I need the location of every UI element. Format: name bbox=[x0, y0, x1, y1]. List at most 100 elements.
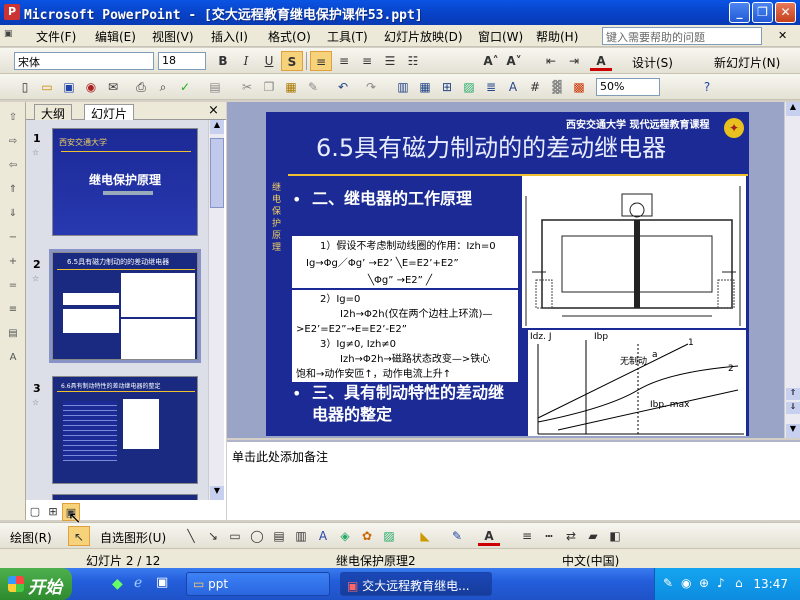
textbox-icon[interactable]: ▤ bbox=[268, 526, 290, 546]
line-icon[interactable]: ╲ bbox=[180, 526, 202, 546]
line-color-icon[interactable]: ✎ bbox=[446, 526, 468, 546]
prev-slide-icon[interactable]: ⇑ bbox=[786, 388, 800, 400]
menu-help[interactable]: 帮助(H) bbox=[536, 28, 578, 45]
font-color-icon[interactable]: A bbox=[478, 526, 500, 546]
scroll-up-icon[interactable]: ▲ bbox=[786, 102, 800, 116]
increase-font-icon[interactable]: A˄ bbox=[480, 51, 502, 71]
select-pointer-icon[interactable]: ↖ bbox=[68, 526, 90, 546]
permission-icon[interactable]: ◉ bbox=[80, 77, 102, 97]
taskbar-item-ppt-folder[interactable]: ▭ ppt bbox=[186, 572, 330, 596]
arrow-icon[interactable]: ↘ bbox=[202, 526, 224, 546]
arrow-style-icon[interactable]: ⇄ bbox=[560, 526, 582, 546]
align-center-icon[interactable]: ≡ bbox=[333, 51, 355, 71]
collapse-icon[interactable]: − bbox=[6, 232, 20, 246]
tab-outline[interactable]: 大纲 bbox=[34, 104, 73, 121]
email-icon[interactable]: ✉ bbox=[102, 77, 124, 97]
3d-style-icon[interactable]: ◧ bbox=[604, 526, 626, 546]
table-icon[interactable]: ▦ bbox=[414, 77, 436, 97]
scroll-down-icon[interactable]: ▼ bbox=[786, 424, 800, 438]
wordart-icon[interactable]: A bbox=[312, 526, 334, 546]
insert-picture-icon[interactable]: ▨ bbox=[458, 77, 480, 97]
arrow-up-icon[interactable]: ⇧ bbox=[6, 112, 20, 126]
zoom-combo[interactable]: 50% bbox=[596, 78, 660, 96]
slide-thumb-1[interactable]: 西安交通大学 继电保护原理 bbox=[52, 128, 198, 236]
decrease-indent-icon[interactable]: ⇤ bbox=[540, 51, 562, 71]
expand-all-icon[interactable]: ≡ bbox=[6, 304, 20, 318]
show-formatting-icon[interactable]: A bbox=[502, 77, 524, 97]
restore-button[interactable]: ❐ bbox=[752, 2, 773, 23]
expand-icon[interactable]: + bbox=[6, 256, 20, 270]
rectangle-icon[interactable]: ▭ bbox=[224, 526, 246, 546]
notes-pane[interactable]: 单击此处添加备注 bbox=[227, 440, 800, 520]
slide-thumb-2[interactable]: 6.5具有磁力制动的的差动继电器 bbox=[49, 249, 201, 363]
expand-icon[interactable]: ≣ bbox=[480, 77, 502, 97]
help-search-input[interactable]: 键入需要帮助的问题 bbox=[602, 27, 762, 45]
research-icon[interactable]: ▤ bbox=[204, 77, 226, 97]
font-combo[interactable]: 宋体 bbox=[14, 52, 154, 70]
taskbar-item-powerpoint[interactable]: ▣ 交大远程教育继电... bbox=[340, 572, 492, 596]
open-icon[interactable]: ▭ bbox=[36, 77, 58, 97]
diagram-icon[interactable]: ◈ bbox=[334, 526, 356, 546]
tray-icon[interactable]: ⊕ bbox=[699, 576, 709, 590]
move-up-icon[interactable]: ⇑ bbox=[6, 184, 20, 198]
normal-view-icon[interactable]: ▢ bbox=[26, 503, 44, 521]
preview-icon[interactable]: ⌕ bbox=[152, 77, 174, 97]
new-slide-button[interactable]: 新幻灯片(N) bbox=[714, 54, 780, 71]
copy-icon[interactable]: ❐ bbox=[258, 77, 280, 97]
bold-button[interactable]: B bbox=[212, 51, 234, 71]
quicklaunch-icon[interactable]: ◆ bbox=[112, 576, 126, 592]
menu-edit[interactable]: 编辑(E) bbox=[95, 28, 136, 45]
slide-sorter-icon[interactable]: ⊞ bbox=[44, 503, 62, 521]
scroll-thumb[interactable] bbox=[210, 138, 224, 208]
media-icon[interactable]: ▣ bbox=[156, 575, 172, 591]
summary-slide-icon[interactable]: ▤ bbox=[6, 328, 20, 342]
shadow-style-icon[interactable]: ▰ bbox=[582, 526, 604, 546]
tables-borders-icon[interactable]: ⊞ bbox=[436, 77, 458, 97]
align-left-icon[interactable]: ≡ bbox=[310, 51, 332, 71]
increase-indent-icon[interactable]: ⇥ bbox=[563, 51, 585, 71]
menu-slideshow[interactable]: 幻灯片放映(D) bbox=[384, 28, 463, 45]
draw-menu-button[interactable]: 绘图(R) bbox=[10, 529, 52, 546]
formatting-icon[interactable]: A bbox=[6, 352, 20, 366]
spelling-icon[interactable]: ✓ bbox=[174, 77, 196, 97]
paste-icon[interactable]: ▦ bbox=[280, 77, 302, 97]
scroll-up-icon[interactable]: ▲ bbox=[210, 120, 224, 134]
shadow-button[interactable]: S bbox=[281, 51, 303, 71]
dash-style-icon[interactable]: ┅ bbox=[538, 526, 560, 546]
panel-scrollbar[interactable]: ▲ ▼ bbox=[208, 120, 224, 500]
line-style-icon[interactable]: ≡ bbox=[516, 526, 538, 546]
picture-icon[interactable]: ▨ bbox=[378, 526, 400, 546]
close-document-icon[interactable]: ✕ bbox=[778, 29, 787, 42]
move-down-icon[interactable]: ⇓ bbox=[6, 208, 20, 222]
font-color-icon[interactable]: A bbox=[590, 51, 612, 71]
font-size-combo[interactable]: 18 bbox=[158, 52, 206, 70]
grid-icon[interactable]: # bbox=[524, 77, 546, 97]
bullets-icon[interactable]: ☷ bbox=[402, 51, 424, 71]
align-right-icon[interactable]: ≡ bbox=[356, 51, 378, 71]
underline-button[interactable]: U bbox=[258, 51, 280, 71]
print-icon[interactable]: ⎙ bbox=[130, 77, 152, 97]
next-slide-icon[interactable]: ⇓ bbox=[786, 402, 800, 414]
color-icon[interactable]: ▩ bbox=[568, 77, 590, 97]
vertical-textbox-icon[interactable]: ▥ bbox=[290, 526, 312, 546]
cut-icon[interactable]: ✂ bbox=[236, 77, 258, 97]
arrow-left-icon[interactable]: ⇦ bbox=[6, 160, 20, 174]
oval-icon[interactable]: ◯ bbox=[246, 526, 268, 546]
numbering-icon[interactable]: ☰ bbox=[379, 51, 401, 71]
arrow-right-icon[interactable]: ⇨ bbox=[6, 136, 20, 150]
menu-view[interactable]: 视图(V) bbox=[152, 28, 194, 45]
close-button[interactable]: ✕ bbox=[775, 2, 796, 23]
volume-icon[interactable]: ♪ bbox=[717, 576, 725, 590]
help-icon[interactable]: ? bbox=[696, 77, 718, 97]
ie-icon[interactable]: ℯ bbox=[134, 575, 150, 591]
save-icon[interactable]: ▣ bbox=[58, 77, 80, 97]
start-button[interactable]: 开始 bbox=[0, 568, 72, 600]
slide-scrollbar[interactable]: ▲ ⇑ ⇓ ▼ bbox=[784, 102, 800, 438]
menu-window[interactable]: 窗口(W) bbox=[478, 28, 523, 45]
clipart-icon[interactable]: ✿ bbox=[356, 526, 378, 546]
new-icon[interactable]: ▯ bbox=[14, 77, 36, 97]
italic-button[interactable]: I bbox=[235, 51, 257, 71]
tab-slides[interactable]: 幻灯片 bbox=[84, 104, 135, 121]
decrease-font-icon[interactable]: A˅ bbox=[503, 51, 525, 71]
scroll-down-icon[interactable]: ▼ bbox=[210, 486, 224, 500]
